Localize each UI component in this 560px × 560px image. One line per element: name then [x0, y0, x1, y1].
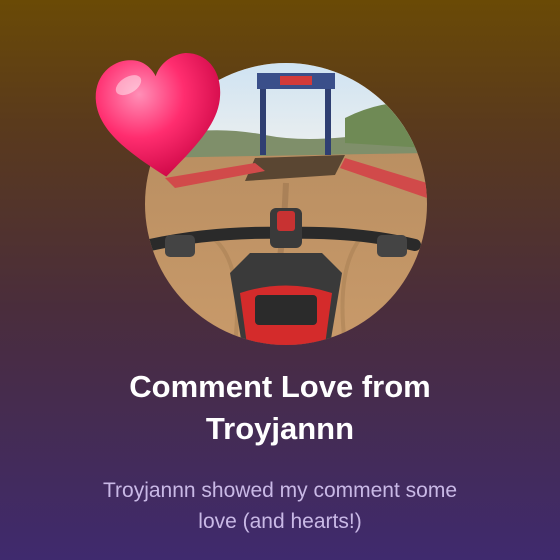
title-line-1: Comment Love from	[129, 369, 431, 404]
subtitle-line-2: love (and hearts!)	[198, 510, 362, 533]
notification-subtitle: Troyjannn showed my comment some love (a…	[60, 475, 500, 537]
notification-title: Comment Love from Troyjannn	[40, 366, 520, 450]
subtitle-line-1: Troyjannn showed my comment some	[102, 479, 458, 502]
heart-icon	[86, 45, 235, 189]
title-line-2: Troyjannn	[205, 411, 355, 446]
